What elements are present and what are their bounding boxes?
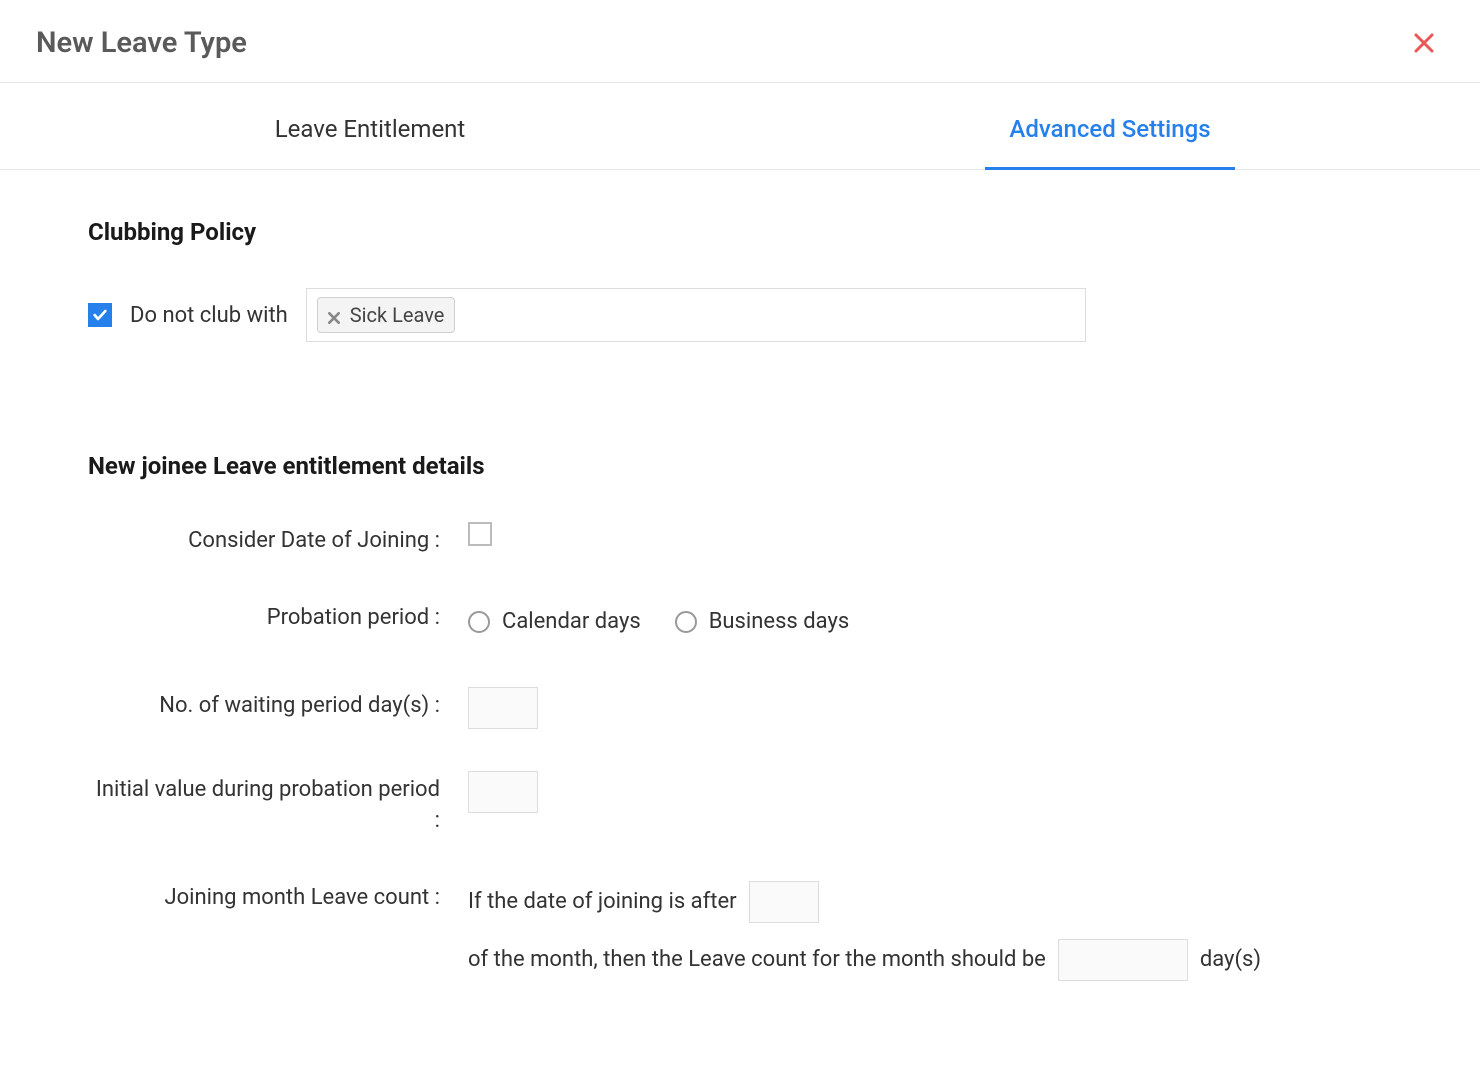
joining-text-3: day(s) [1200, 937, 1261, 983]
input-joining-date-threshold[interactable] [749, 881, 819, 923]
input-joining-leave-count[interactable] [1058, 939, 1188, 981]
label-joining-count: Joining month Leave count : [88, 879, 468, 914]
joining-text-2: of the month, then the Leave count for t… [468, 937, 1046, 983]
label-probation-period: Probation period : [88, 599, 468, 634]
close-icon[interactable] [1412, 31, 1436, 55]
label-initial-value: Initial value during probation period : [88, 771, 468, 837]
checkbox-do-not-club[interactable] [88, 303, 112, 327]
checkbox-label-do-not-club: Do not club with [130, 303, 288, 328]
joining-text-1: If the date of joining is after [468, 879, 737, 925]
radio-calendar-days[interactable] [468, 611, 490, 633]
tag-chip-sick-leave: Sick Leave [317, 297, 456, 333]
tag-chip-label: Sick Leave [350, 303, 445, 327]
tab-leave-entitlement[interactable]: Leave Entitlement [0, 83, 740, 169]
section-clubbing-policy: Clubbing Policy [88, 218, 1392, 246]
remove-tag-icon[interactable] [326, 307, 342, 323]
radio-business-days[interactable] [675, 611, 697, 633]
page-title: New Leave Type [36, 26, 247, 60]
section-joinee-details: New joinee Leave entitlement details [88, 452, 1392, 480]
input-waiting-days[interactable] [468, 687, 538, 729]
label-waiting-days: No. of waiting period day(s) : [88, 687, 468, 722]
radio-label-calendar-days: Calendar days [502, 599, 641, 645]
label-consider-doj: Consider Date of Joining : [88, 522, 468, 557]
tag-input-do-not-club[interactable]: Sick Leave [306, 288, 1086, 342]
tab-advanced-settings[interactable]: Advanced Settings [740, 83, 1480, 169]
radio-label-business-days: Business days [709, 599, 850, 645]
checkbox-consider-doj[interactable] [468, 522, 492, 546]
input-initial-value[interactable] [468, 771, 538, 813]
